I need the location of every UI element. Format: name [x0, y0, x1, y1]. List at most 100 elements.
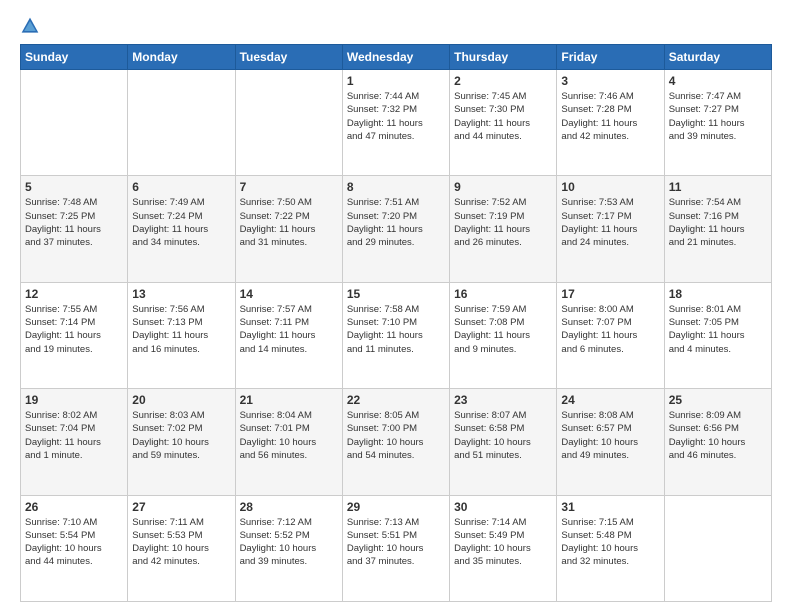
- day-info: Sunrise: 7:49 AM Sunset: 7:24 PM Dayligh…: [132, 196, 230, 249]
- weekday-header-sunday: Sunday: [21, 45, 128, 70]
- day-info: Sunrise: 7:59 AM Sunset: 7:08 PM Dayligh…: [454, 303, 552, 356]
- day-info: Sunrise: 7:14 AM Sunset: 5:49 PM Dayligh…: [454, 516, 552, 569]
- page: SundayMondayTuesdayWednesdayThursdayFrid…: [0, 0, 792, 612]
- calendar-cell: 7 Sunrise: 7:50 AM Sunset: 7:22 PM Daylig…: [235, 176, 342, 282]
- calendar-cell: [664, 495, 771, 601]
- calendar-cell: 13 Sunrise: 7:56 AM Sunset: 7:13 PM Dayli…: [128, 282, 235, 388]
- day-number: 11: [669, 180, 767, 194]
- day-info: Sunrise: 8:09 AM Sunset: 6:56 PM Dayligh…: [669, 409, 767, 462]
- week-row-5: 26 Sunrise: 7:10 AM Sunset: 5:54 PM Dayli…: [21, 495, 772, 601]
- day-info: Sunrise: 7:45 AM Sunset: 7:30 PM Dayligh…: [454, 90, 552, 143]
- week-row-1: 1 Sunrise: 7:44 AM Sunset: 7:32 PM Daylig…: [21, 70, 772, 176]
- day-info: Sunrise: 8:07 AM Sunset: 6:58 PM Dayligh…: [454, 409, 552, 462]
- weekday-header-row: SundayMondayTuesdayWednesdayThursdayFrid…: [21, 45, 772, 70]
- day-info: Sunrise: 7:13 AM Sunset: 5:51 PM Dayligh…: [347, 516, 445, 569]
- day-number: 17: [561, 287, 659, 301]
- calendar-cell: 20Sunrise: 8:03 AM Sunset: 7:02 PM Dayli…: [128, 389, 235, 495]
- day-number: 22: [347, 393, 445, 407]
- day-number: 28: [240, 500, 338, 514]
- day-info: Sunrise: 7:12 AM Sunset: 5:52 PM Dayligh…: [240, 516, 338, 569]
- day-number: 15: [347, 287, 445, 301]
- day-number: 2: [454, 74, 552, 88]
- day-number: 18: [669, 287, 767, 301]
- day-info: Sunrise: 7:52 AM Sunset: 7:19 PM Dayligh…: [454, 196, 552, 249]
- calendar-cell: 2 Sunrise: 7:45 AM Sunset: 7:30 PM Daylig…: [450, 70, 557, 176]
- calendar-cell: 6 Sunrise: 7:49 AM Sunset: 7:24 PM Daylig…: [128, 176, 235, 282]
- day-info: Sunrise: 7:55 AM Sunset: 7:14 PM Dayligh…: [25, 303, 123, 356]
- calendar-cell: 27 Sunrise: 7:11 AM Sunset: 5:53 PM Dayli…: [128, 495, 235, 601]
- day-number: 7: [240, 180, 338, 194]
- day-info: Sunrise: 8:04 AM Sunset: 7:01 PM Dayligh…: [240, 409, 338, 462]
- day-number: 19: [25, 393, 123, 407]
- calendar-cell: 26 Sunrise: 7:10 AM Sunset: 5:54 PM Dayli…: [21, 495, 128, 601]
- day-info: Sunrise: 8:00 AM Sunset: 7:07 PM Dayligh…: [561, 303, 659, 356]
- calendar-cell: 22 Sunrise: 8:05 AM Sunset: 7:00 PM Dayli…: [342, 389, 449, 495]
- calendar-cell: 9 Sunrise: 7:52 AM Sunset: 7:19 PM Daylig…: [450, 176, 557, 282]
- calendar-cell: 23Sunrise: 8:07 AM Sunset: 6:58 PM Dayli…: [450, 389, 557, 495]
- day-number: 5: [25, 180, 123, 194]
- calendar-cell: 19 Sunrise: 8:02 AM Sunset: 7:04 PM Dayli…: [21, 389, 128, 495]
- day-number: 14: [240, 287, 338, 301]
- calendar-cell: 30 Sunrise: 7:14 AM Sunset: 5:49 PM Dayli…: [450, 495, 557, 601]
- day-info: Sunrise: 7:54 AM Sunset: 7:16 PM Dayligh…: [669, 196, 767, 249]
- day-info: Sunrise: 8:03 AM Sunset: 7:02 PM Dayligh…: [132, 409, 230, 462]
- day-number: 9: [454, 180, 552, 194]
- day-number: 24: [561, 393, 659, 407]
- calendar-cell: 25Sunrise: 8:09 AM Sunset: 6:56 PM Dayli…: [664, 389, 771, 495]
- day-info: Sunrise: 7:48 AM Sunset: 7:25 PM Dayligh…: [25, 196, 123, 249]
- day-number: 30: [454, 500, 552, 514]
- day-number: 13: [132, 287, 230, 301]
- calendar-table: SundayMondayTuesdayWednesdayThursdayFrid…: [20, 44, 772, 602]
- day-info: Sunrise: 7:46 AM Sunset: 7:28 PM Dayligh…: [561, 90, 659, 143]
- day-info: Sunrise: 7:57 AM Sunset: 7:11 PM Dayligh…: [240, 303, 338, 356]
- day-info: Sunrise: 8:08 AM Sunset: 6:57 PM Dayligh…: [561, 409, 659, 462]
- logo: [20, 16, 44, 36]
- logo-icon: [20, 16, 40, 36]
- day-number: 16: [454, 287, 552, 301]
- calendar-cell: 29 Sunrise: 7:13 AM Sunset: 5:51 PM Dayli…: [342, 495, 449, 601]
- day-number: 26: [25, 500, 123, 514]
- calendar-cell: 18 Sunrise: 8:01 AM Sunset: 7:05 PM Dayli…: [664, 282, 771, 388]
- weekday-header-friday: Friday: [557, 45, 664, 70]
- day-number: 8: [347, 180, 445, 194]
- calendar-cell: 14 Sunrise: 7:57 AM Sunset: 7:11 PM Dayli…: [235, 282, 342, 388]
- day-number: 1: [347, 74, 445, 88]
- week-row-4: 19 Sunrise: 8:02 AM Sunset: 7:04 PM Dayli…: [21, 389, 772, 495]
- calendar-cell: [235, 70, 342, 176]
- calendar-cell: 24 Sunrise: 8:08 AM Sunset: 6:57 PM Dayli…: [557, 389, 664, 495]
- calendar-cell: [21, 70, 128, 176]
- day-info: Sunrise: 8:02 AM Sunset: 7:04 PM Dayligh…: [25, 409, 123, 462]
- day-info: Sunrise: 7:51 AM Sunset: 7:20 PM Dayligh…: [347, 196, 445, 249]
- calendar-cell: 21 Sunrise: 8:04 AM Sunset: 7:01 PM Dayli…: [235, 389, 342, 495]
- weekday-header-wednesday: Wednesday: [342, 45, 449, 70]
- day-info: Sunrise: 7:47 AM Sunset: 7:27 PM Dayligh…: [669, 90, 767, 143]
- calendar-cell: 28 Sunrise: 7:12 AM Sunset: 5:52 PM Dayli…: [235, 495, 342, 601]
- calendar-cell: 3 Sunrise: 7:46 AM Sunset: 7:28 PM Daylig…: [557, 70, 664, 176]
- calendar-cell: 17 Sunrise: 8:00 AM Sunset: 7:07 PM Dayli…: [557, 282, 664, 388]
- week-row-3: 12 Sunrise: 7:55 AM Sunset: 7:14 PM Dayli…: [21, 282, 772, 388]
- day-info: Sunrise: 8:01 AM Sunset: 7:05 PM Dayligh…: [669, 303, 767, 356]
- day-info: Sunrise: 7:44 AM Sunset: 7:32 PM Dayligh…: [347, 90, 445, 143]
- day-number: 29: [347, 500, 445, 514]
- day-number: 27: [132, 500, 230, 514]
- calendar-cell: 12 Sunrise: 7:55 AM Sunset: 7:14 PM Dayli…: [21, 282, 128, 388]
- calendar-cell: 31Sunrise: 7:15 AM Sunset: 5:48 PM Dayli…: [557, 495, 664, 601]
- day-number: 10: [561, 180, 659, 194]
- day-number: 21: [240, 393, 338, 407]
- calendar-cell: 4Sunrise: 7:47 AM Sunset: 7:27 PM Daylig…: [664, 70, 771, 176]
- calendar-cell: 11 Sunrise: 7:54 AM Sunset: 7:16 PM Dayli…: [664, 176, 771, 282]
- day-number: 31: [561, 500, 659, 514]
- day-info: Sunrise: 7:50 AM Sunset: 7:22 PM Dayligh…: [240, 196, 338, 249]
- day-info: Sunrise: 7:56 AM Sunset: 7:13 PM Dayligh…: [132, 303, 230, 356]
- day-number: 6: [132, 180, 230, 194]
- day-info: Sunrise: 7:10 AM Sunset: 5:54 PM Dayligh…: [25, 516, 123, 569]
- day-info: Sunrise: 7:11 AM Sunset: 5:53 PM Dayligh…: [132, 516, 230, 569]
- day-info: Sunrise: 7:53 AM Sunset: 7:17 PM Dayligh…: [561, 196, 659, 249]
- day-info: Sunrise: 7:58 AM Sunset: 7:10 PM Dayligh…: [347, 303, 445, 356]
- day-info: Sunrise: 8:05 AM Sunset: 7:00 PM Dayligh…: [347, 409, 445, 462]
- week-row-2: 5 Sunrise: 7:48 AM Sunset: 7:25 PM Daylig…: [21, 176, 772, 282]
- day-number: 3: [561, 74, 659, 88]
- weekday-header-saturday: Saturday: [664, 45, 771, 70]
- calendar-cell: 1 Sunrise: 7:44 AM Sunset: 7:32 PM Daylig…: [342, 70, 449, 176]
- day-number: 12: [25, 287, 123, 301]
